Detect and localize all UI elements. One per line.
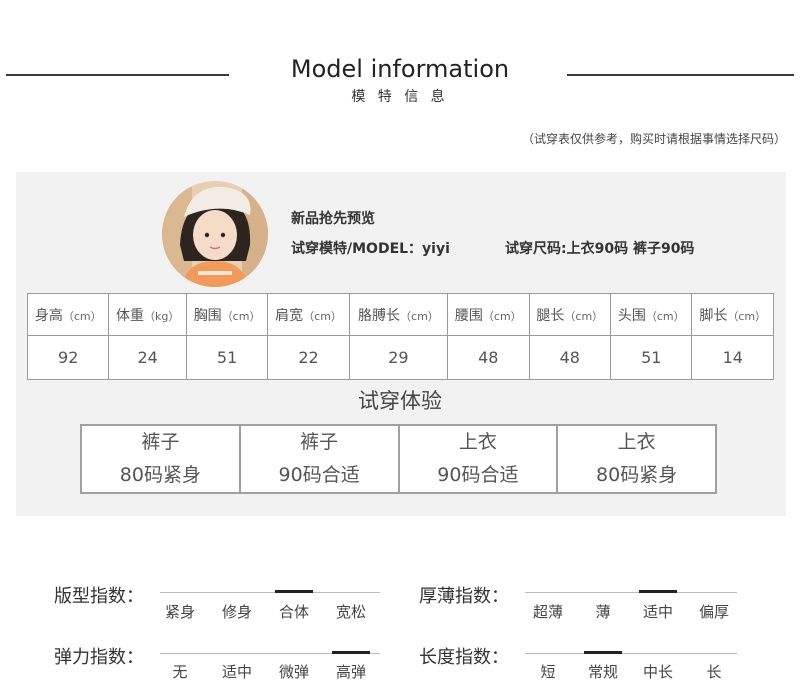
measurement-value: 48 xyxy=(528,335,612,380)
thickness-option: 超薄 xyxy=(532,603,563,621)
length-option: 常规 xyxy=(587,663,618,681)
measurement-value: 51 xyxy=(185,335,269,380)
measurement-header: 脚长（cm） xyxy=(691,293,774,336)
fit-option: 紧身 xyxy=(164,603,195,621)
thickness-option: 适中 xyxy=(642,603,673,621)
elasticity-option: 无 xyxy=(172,663,188,681)
measurement-value: 92 xyxy=(26,335,110,380)
measurement-value: 24 xyxy=(108,335,187,380)
measurement-header-row: 身高（cm） 体重（kg） 胸围（cm） 肩宽（cm） 胳膊长（cm） 腰围（c… xyxy=(26,293,774,336)
elasticity-index-marker xyxy=(332,651,370,654)
model-photo-illustration xyxy=(162,181,268,287)
length-option: 短 xyxy=(540,663,556,681)
elasticity-index-label: 弹力指数： xyxy=(54,647,144,668)
fit-index-label: 版型指数： xyxy=(54,586,144,607)
fit-index-marker xyxy=(275,590,313,593)
try-on-cell: 上衣 90码合适 xyxy=(397,424,559,494)
measurement-table: 身高（cm） 体重（kg） 胸围（cm） 肩宽（cm） 胳膊长（cm） 腰围（c… xyxy=(26,293,774,380)
try-on-row: 裤子 80码紧身 裤子 90码合适 上衣 90码合适 上衣 80码紧身 xyxy=(80,424,717,494)
model-headline: 新品抢先预览 xyxy=(291,211,375,227)
measurement-value-row: 92 24 51 22 29 48 48 51 14 xyxy=(26,335,774,380)
thickness-option: 偏厚 xyxy=(698,603,729,621)
fit-option: 宽松 xyxy=(335,603,366,621)
measurement-value: 48 xyxy=(447,335,530,380)
thickness-index-track xyxy=(525,592,737,593)
try-on-item: 上衣 xyxy=(458,431,497,453)
page-title: Model information xyxy=(290,55,510,83)
length-option: 中长 xyxy=(642,663,673,681)
length-index-label: 长度指数： xyxy=(419,647,509,668)
try-on-cell: 裤子 80码紧身 xyxy=(80,424,241,494)
fit-option: 修身 xyxy=(221,603,252,621)
measurement-header: 肩宽（cm） xyxy=(267,293,350,336)
measurement-header: 胸围（cm） xyxy=(185,293,269,336)
try-on-result: 90码合适 xyxy=(278,464,360,486)
measurement-header: 胳膊长（cm） xyxy=(348,293,449,336)
model-name: 试穿模特/MODEL：yiyi xyxy=(291,241,450,257)
model-avatar xyxy=(162,181,268,287)
measurement-value: 29 xyxy=(348,335,449,380)
thickness-index-marker xyxy=(639,590,677,593)
size-note: （试穿表仅供参考，购买时请根据事情选择尺码） xyxy=(521,132,786,146)
measurement-header: 腰围（cm） xyxy=(447,293,530,336)
try-on-title: 试穿体验 xyxy=(358,389,442,413)
measurement-header: 体重（kg） xyxy=(108,293,187,336)
measurement-value: 14 xyxy=(691,335,774,380)
page-subtitle: 模 特 信 息 xyxy=(351,89,449,105)
length-index-track xyxy=(525,653,737,654)
elasticity-option: 微弹 xyxy=(278,663,309,681)
thickness-option: 薄 xyxy=(595,603,611,621)
thickness-index-label: 厚薄指数： xyxy=(419,586,509,607)
elasticity-option: 适中 xyxy=(221,663,252,681)
elasticity-option: 高弹 xyxy=(335,663,366,681)
try-on-result: 90码合适 xyxy=(437,464,519,486)
measurement-header: 头围（cm） xyxy=(610,293,693,336)
try-on-item: 上衣 xyxy=(617,431,656,453)
model-try-size: 试穿尺码:上衣90码 裤子90码 xyxy=(505,241,695,257)
try-on-result: 80码紧身 xyxy=(596,464,678,486)
length-option: 长 xyxy=(706,663,722,681)
try-on-cell: 裤子 90码合适 xyxy=(238,424,400,494)
measurement-header: 腿长（cm） xyxy=(528,293,612,336)
try-on-result: 80码紧身 xyxy=(119,464,201,486)
measurement-value: 22 xyxy=(267,335,350,380)
try-on-cell: 上衣 80码紧身 xyxy=(556,424,717,494)
try-on-item: 裤子 xyxy=(300,431,339,453)
fit-option: 合体 xyxy=(278,603,309,621)
try-on-table: 裤子 80码紧身 裤子 90码合适 上衣 90码合适 上衣 80码紧身 xyxy=(80,424,717,494)
try-on-item: 裤子 xyxy=(141,431,180,453)
measurement-header: 身高（cm） xyxy=(26,293,110,336)
length-index-marker xyxy=(584,651,622,654)
fit-index-track xyxy=(160,592,380,593)
measurement-value: 51 xyxy=(610,335,693,380)
